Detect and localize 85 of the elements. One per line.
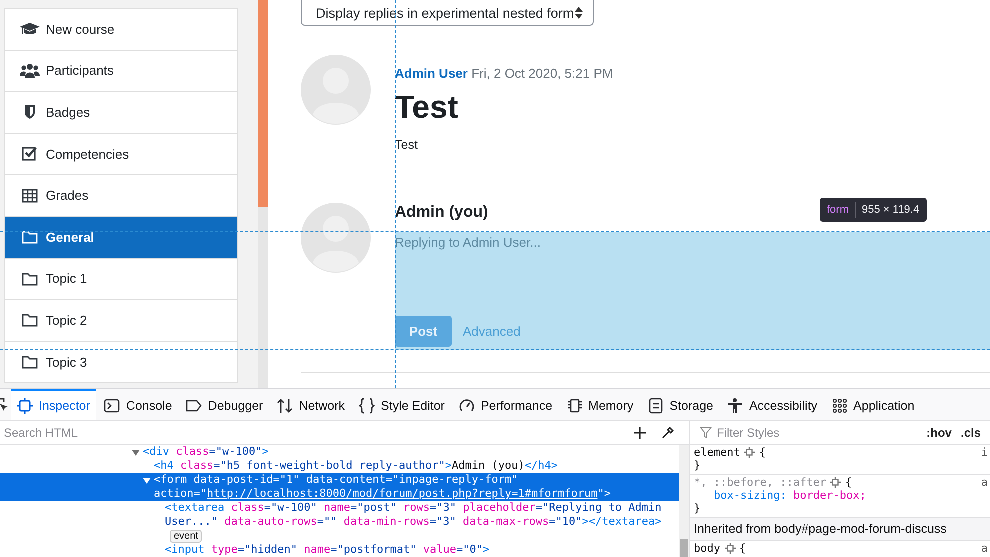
chip-icon [566,398,583,414]
crosshair-icon[interactable] [744,447,756,458]
folder-icon [20,229,40,246]
avatar-silhouette [301,55,371,125]
devtools-tab[interactable]: Console [98,389,178,420]
code-line: <input type="hidden" name="postformat" value="0"> [165,543,491,557]
hover-state-toggle[interactable]: :hov [924,426,955,440]
code-line: User..." data-auto-rows="" data-min-rows="3" data-max-rows="10"></textarea> [165,515,663,529]
post-body: Test [395,137,419,154]
braces-icon [359,398,376,414]
up-down-arrows-icon [277,398,294,414]
folder-icon [20,354,40,370]
reply-textarea[interactable]: Replying to Admin User... [395,232,990,309]
nav-item[interactable]: Competencies [5,134,237,176]
code-line: <form data-post-id="1" data-content="inpage-reply-form" [154,473,520,487]
checkbox-icon [20,146,40,162]
brace: { [740,542,746,555]
nav-item[interactable]: New course [5,9,237,51]
sort-caret-icon [575,7,583,19]
devtools-tab[interactable]: Network [271,389,352,420]
brace: } [694,459,701,472]
inspector-icon [17,398,33,414]
crosshair-icon[interactable] [830,477,842,488]
rule-source[interactable]: i [981,446,988,459]
author-link[interactable]: Admin User [395,66,468,81]
dot-grid-icon [832,398,848,414]
storage-icon [648,398,664,414]
code-line: <textarea class="w-100" name="post" rows="3" placeholder="Replying to Admin [165,501,663,515]
people-icon [20,62,40,79]
brace: { [845,476,852,489]
tag-icon [186,398,202,414]
console-icon [104,398,120,414]
rule-source[interactable]: a [981,476,988,489]
rule-source[interactable]: a [981,542,988,555]
markup-node[interactable]: <input type="hidden" name="postformat" value="0"> [0,543,680,557]
display-mode-select[interactable]: Display replies in experimental nested form [301,0,594,26]
markup-node[interactable]: <form data-post-id="1" data-content="inpage-reply-form" action="http://localhost:8000/mod/forum/post.php?reply=1#mformforum"> [0,473,680,501]
class-toggle[interactable]: .cls [958,426,984,440]
devtools-tab[interactable]: Debugger [180,389,270,420]
graduation-cap-icon [20,21,40,38]
reply-author: Admin (you) [395,203,488,223]
person-icon [727,398,744,414]
css-selector: body [694,542,720,555]
nav-item[interactable]: Participants [5,50,237,92]
css-selector: element [694,446,740,459]
page-scrollbar[interactable] [258,0,268,388]
devtools-tab[interactable]: Storage [642,389,720,420]
devtools-tab[interactable]: Accessibility [721,389,824,420]
brace: { [759,446,766,459]
filter-icon [700,426,712,438]
inherited-header: Inherited from body#page-mod-forum-discuss [690,518,990,541]
expand-triangle-icon[interactable] [143,477,151,485]
css-selector: *, ::before, ::after [694,476,826,489]
nav-item[interactable]: Topic 1 [5,258,237,300]
markup-node[interactable]: <div class="w-100"> [0,445,680,459]
nav-item[interactable]: Topic 3 [5,342,237,384]
avatar-silhouette [301,203,371,273]
table-icon [20,188,40,204]
post-title: Test [395,88,460,126]
event-badge[interactable]: event [170,530,202,543]
plus-icon[interactable] [633,426,647,440]
code-line: <h4 class="h5 font-weight-bold reply-author">Admin (you)</h4> [154,459,560,473]
element-tooltip: form 955 × 119.4 [820,198,927,222]
folder-icon [20,312,40,328]
post-date: Fri, 2 Oct 2020, 5:21 PM [472,66,614,81]
crosshair-icon[interactable] [724,543,736,554]
devtools-tab[interactable]: Memory [560,389,640,420]
markup-node[interactable]: <textarea class="w-100" name="post" rows="3" placeholder="Replying to Admin User..." data-auto-rows="" data-min-rows="3" data-max-rows="10"></textarea> event [0,501,680,543]
scrollbar-thumb[interactable] [680,539,688,557]
folder-icon [20,270,40,287]
code-line: <div class="w-100"> [143,445,270,459]
devtools-tab[interactable]: Performance [452,389,559,420]
nav-item[interactable]: Topic 2 [5,300,237,342]
devtools-tab[interactable]: Inspector [11,389,96,420]
code-line: action="http://localhost:8000/mod/forum/post.php?reply=1#mformforum"> [154,487,612,501]
gauge-icon [458,398,475,414]
devtools-tab[interactable]: Style Editor [353,389,451,420]
markup-node[interactable]: <h4 class="h5 font-weight-bold reply-author">Admin (you)</h4> [0,459,680,473]
expand-triangle-icon[interactable] [132,449,140,457]
eyedropper-icon[interactable] [661,426,675,440]
brace: } [694,502,701,515]
nav-item[interactable]: Badges [5,92,237,134]
devtools-tab[interactable]: Application [826,389,921,420]
nav-item[interactable]: General [5,216,237,259]
css-declaration[interactable]: box-sizing: border-box; [694,489,990,502]
